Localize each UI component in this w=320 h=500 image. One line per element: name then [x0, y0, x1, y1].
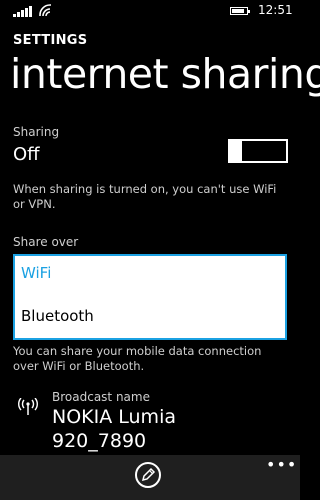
- option-wifi[interactable]: WiFi: [21, 264, 51, 282]
- sharing-note: When sharing is turned on, you can't use…: [13, 182, 277, 211]
- clock: 12:51: [258, 3, 293, 17]
- app-bar: •••: [0, 455, 300, 500]
- page-title: internet sharing: [10, 50, 320, 98]
- toggle-knob: [230, 139, 242, 163]
- sharing-status-value: Off: [13, 144, 40, 165]
- broadcast-label: Broadcast name: [52, 390, 150, 404]
- share-over-label: Share over: [13, 235, 79, 249]
- battery-fill: [232, 9, 244, 13]
- sharing-toggle[interactable]: [228, 139, 288, 163]
- more-options-button[interactable]: •••: [266, 455, 297, 474]
- status-bar: 12:51: [0, 0, 300, 22]
- broadcast-name-value[interactable]: NOKIA Lumia 920_7890: [52, 405, 272, 453]
- wifi-status-icon: [39, 4, 51, 17]
- signal-strength-icon: [13, 6, 35, 17]
- broadcast-icon: [18, 398, 38, 415]
- battery-icon: [230, 7, 250, 15]
- option-bluetooth[interactable]: Bluetooth: [21, 307, 94, 325]
- share-over-listbox[interactable]: WiFi Bluetooth: [13, 254, 287, 340]
- pencil-icon: [141, 467, 156, 482]
- share-over-note: You can share your mobile data connectio…: [13, 344, 262, 373]
- app-title: SETTINGS: [13, 33, 88, 48]
- sharing-label: Sharing: [13, 125, 60, 139]
- edit-button[interactable]: [135, 462, 161, 488]
